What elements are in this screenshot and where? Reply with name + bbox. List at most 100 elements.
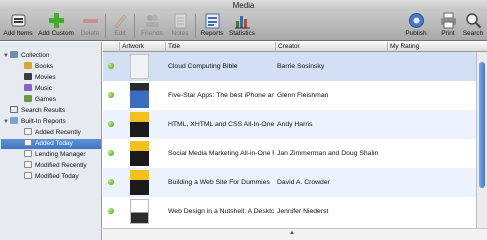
table-row[interactable]: Five-Star Apps: The best iPhone and i...… (103, 81, 476, 110)
friends-label: Friends (141, 30, 163, 37)
globe-icon (408, 12, 425, 29)
sidebar-item-collection[interactable]: ▼ Collection (3, 51, 101, 61)
publish-button[interactable]: Publish (403, 11, 429, 41)
item-list: Cloud Computing Bible Barrie Sosinsky Fi… (103, 52, 476, 228)
sidebar-item-label: Collection (21, 52, 50, 59)
status-dot-icon (108, 92, 114, 98)
row-title: Web Design in a Nutshell: A Desktop ... (168, 208, 274, 215)
column-header-artwork[interactable]: Artwork (119, 42, 165, 52)
friends-icon (144, 12, 161, 29)
column-header-title[interactable]: Title (165, 42, 275, 52)
row-creator: David A. Crowder (277, 179, 330, 186)
row-creator: Barrie Sosinsky (277, 63, 325, 70)
row-title: Social Media Marketing All-in-One Fo... (168, 150, 274, 157)
sidebar-item-search-results[interactable]: Search Results (10, 106, 101, 116)
sidebar-item-label: Games (35, 96, 56, 103)
window-titlebar: Media (0, 0, 487, 11)
row-creator: Jan Zimmerman and Doug Shalin (277, 150, 379, 157)
table-row[interactable]: Building a Web Site For Dummies David A.… (103, 168, 476, 197)
delete-button[interactable]: Delete (78, 11, 102, 41)
sidebar-item-label: Modified Recently (35, 162, 87, 169)
search-icon (465, 12, 482, 29)
status-dot-icon (108, 63, 114, 69)
split-view-divider[interactable]: ▲ (103, 228, 487, 240)
friends-button[interactable]: Friends (139, 11, 165, 41)
column-header-rating[interactable]: My Rating (387, 42, 477, 52)
row-title: Cloud Computing Bible (168, 63, 238, 70)
sidebar-item-label: Modified Today (35, 173, 79, 180)
row-creator: Glenn Fleishman (277, 92, 329, 99)
sidebar-item-music[interactable]: Music (24, 84, 101, 94)
book-cover (130, 83, 149, 108)
sidebar-item-label: Added Today (35, 140, 73, 147)
plus-icon (48, 12, 65, 29)
add-custom-button[interactable]: Add Custom (37, 11, 75, 41)
book-cover (130, 112, 149, 137)
bar-chart-icon (234, 12, 251, 29)
report-icon (24, 172, 32, 179)
pencil-icon (112, 12, 129, 29)
add-items-button[interactable]: Add Items (2, 11, 34, 41)
table-row[interactable]: Web Design in a Nutshell: A Desktop ... … (103, 197, 476, 226)
sidebar-item-modified-today[interactable]: Modified Today (24, 172, 101, 182)
disclosure-triangle-icon[interactable]: ▼ (3, 117, 10, 127)
statistics-label: Statistics (228, 30, 255, 37)
table-row[interactable]: Social Media Marketing All-in-One Fo... … (103, 139, 476, 168)
folder-icon (10, 117, 18, 124)
vertical-scrollbar[interactable] (476, 52, 487, 228)
print-label: Print (441, 30, 455, 37)
sidebar-item-label: Books (35, 63, 54, 70)
sidebar-item-built-in-reports[interactable]: ▼ Built-In Reports (3, 117, 101, 127)
reports-label: Reports (200, 30, 224, 37)
music-icon (24, 84, 32, 91)
book-cover (130, 170, 149, 195)
add-items-label: Add Items (3, 30, 33, 37)
book-cover (130, 199, 149, 224)
table-row[interactable]: Cloud Computing Bible Barrie Sosinsky (103, 52, 476, 81)
sidebar-item-label: Built-In Reports (21, 118, 66, 125)
sidebar-item-modified-recently[interactable]: Modified Recently (24, 161, 101, 171)
sidebar-item-label: Music (35, 85, 52, 92)
status-dot-icon (108, 121, 114, 127)
table-row[interactable]: HTML, XHTML and CSS All-In-One Fo... And… (103, 110, 476, 139)
sidebar: ▼ Collection Books Movies Music Games Sea… (0, 42, 102, 240)
movie-icon (24, 73, 32, 80)
toolbar-separator (134, 14, 135, 38)
search-button[interactable]: Search (461, 11, 485, 41)
report-icon (24, 150, 32, 157)
edit-button[interactable]: Edit (110, 11, 130, 41)
sidebar-item-games[interactable]: Games (24, 95, 101, 105)
toolbar-separator (105, 14, 106, 38)
book-icon (24, 62, 32, 69)
disclosure-triangle-icon[interactable]: ▼ (3, 51, 10, 61)
table-header: Artwork Title Creator My Rating (103, 42, 487, 52)
add-custom-label: Add Custom (38, 30, 74, 37)
row-creator: Andy Harris (277, 121, 313, 128)
sidebar-item-label: Added Recently (35, 129, 81, 136)
notes-icon (172, 12, 189, 29)
reports-button[interactable]: Reports (199, 11, 225, 41)
report-icon (24, 139, 32, 146)
sidebar-item-movies[interactable]: Movies (24, 73, 101, 83)
status-dot-icon (108, 179, 114, 185)
status-dot-icon (108, 208, 114, 214)
book-cover (130, 54, 149, 79)
sidebar-item-added-today[interactable]: Added Today (1, 139, 101, 149)
sidebar-item-books[interactable]: Books (24, 62, 101, 72)
row-creator: Jennifer Niederst (277, 208, 329, 215)
publish-label: Publish (405, 30, 427, 37)
notes-button[interactable]: Notes (168, 11, 192, 41)
window-title: Media (232, 1, 255, 10)
scrollbar-thumb[interactable] (479, 62, 485, 188)
delete-label: Delete (80, 30, 100, 37)
resize-handle-icon[interactable]: ▲ (289, 230, 295, 236)
sidebar-item-label: Movies (35, 74, 56, 81)
toolbar-separator (195, 14, 196, 38)
print-button[interactable]: Print (437, 11, 459, 41)
sidebar-item-lending-manager[interactable]: Lending Manager (24, 150, 101, 160)
sidebar-item-added-recently[interactable]: Added Recently (24, 128, 101, 138)
statistics-button[interactable]: Statistics (227, 11, 257, 41)
row-title: HTML, XHTML and CSS All-In-One Fo... (168, 121, 274, 128)
column-header-creator[interactable]: Creator (275, 42, 387, 52)
reports-icon (204, 12, 221, 29)
